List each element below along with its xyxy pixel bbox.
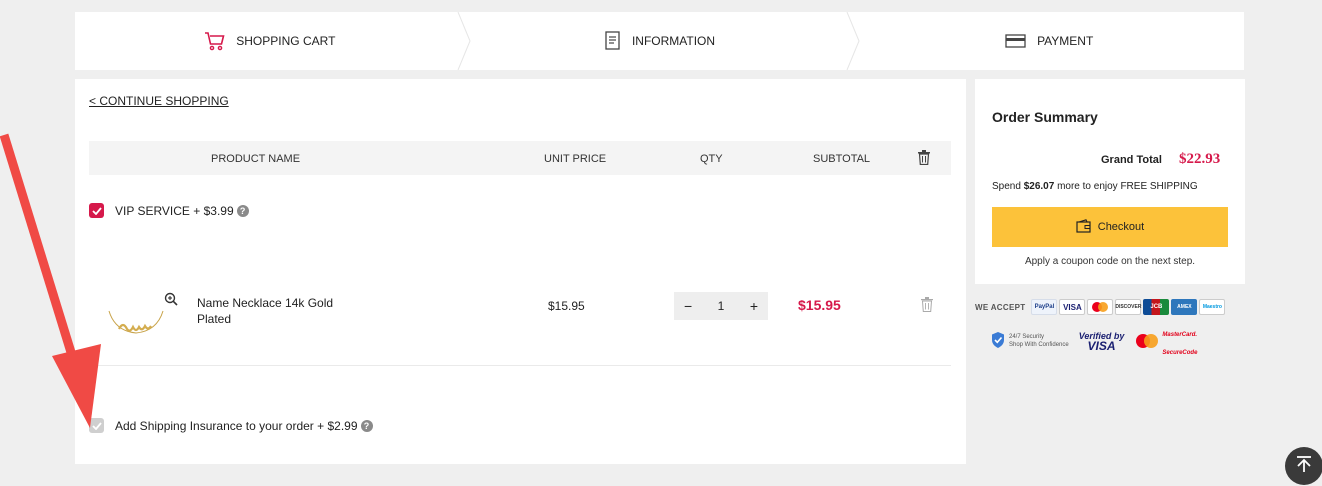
product-thumbnail[interactable] xyxy=(105,309,167,339)
zoom-icon[interactable] xyxy=(164,292,178,311)
checkout-button[interactable]: Checkout xyxy=(992,207,1228,247)
vip-service-option[interactable]: VIP SERVICE + $3.99 ? xyxy=(89,203,249,218)
help-icon[interactable]: ? xyxy=(236,204,249,217)
coupon-note: Apply a coupon code on the next step. xyxy=(1024,256,1196,267)
insurance-label: Add Shipping Insurance to your order + $… xyxy=(115,418,358,433)
col-subtotal: SUBTOTAL xyxy=(813,153,871,165)
step-label: INFORMATION xyxy=(631,34,716,48)
insurance-checkbox[interactable] xyxy=(89,418,104,433)
step-divider xyxy=(457,12,471,70)
document-icon xyxy=(604,31,622,51)
paypal-icon: PayPal xyxy=(1031,299,1058,315)
mastercard-icon xyxy=(1087,299,1114,315)
item-subtotal: $15.95 xyxy=(798,297,841,313)
payment-badges: WE ACCEPT PayPal VISA DISCOVER JCB AMEX … xyxy=(975,297,1245,359)
cart-table-header: PRODUCT NAME UNIT PRICE QTY SUBTOTAL xyxy=(89,141,951,175)
step-divider xyxy=(846,12,860,70)
col-product-name: PRODUCT NAME xyxy=(211,153,301,165)
visa-icon: VISA xyxy=(1059,299,1086,315)
step-information[interactable]: INFORMATION xyxy=(465,12,860,70)
grand-total-value: $22.93 xyxy=(1179,151,1221,167)
grand-total-label: Grand Total xyxy=(1101,154,1162,166)
qty-value[interactable]: 1 xyxy=(718,299,725,313)
step-label: PAYMENT xyxy=(1037,34,1094,48)
trash-icon[interactable] xyxy=(921,297,933,317)
row-divider xyxy=(89,365,951,366)
arrow-up-icon xyxy=(1294,454,1314,479)
order-summary: Order Summary Grand Total $22.93 Spend $… xyxy=(975,79,1245,284)
vip-label: VIP SERVICE + $3.99 xyxy=(115,203,234,218)
cart-panel: < CONTINUE SHOPPING PRODUCT NAME UNIT PR… xyxy=(75,79,966,464)
product-name[interactable]: Name Necklace 14k Gold Plated xyxy=(197,295,347,327)
checkout-steps: SHOPPING CART INFORMATION PAYMENT xyxy=(75,12,1244,70)
mastercard-securecode-badge: MasterCard. SecureCode xyxy=(1134,323,1197,359)
help-icon[interactable]: ? xyxy=(360,419,373,432)
free-shipping-note: Spend $26.07 more to enjoy FREE SHIPPING xyxy=(992,181,1198,192)
discover-icon: DISCOVER xyxy=(1115,299,1141,315)
checkout-label: Checkout xyxy=(1097,221,1145,233)
step-shopping-cart[interactable]: SHOPPING CART xyxy=(75,12,471,70)
step-label: SHOPPING CART xyxy=(236,34,336,48)
step-payment[interactable]: PAYMENT xyxy=(854,12,1244,70)
vip-checkbox[interactable] xyxy=(89,203,104,218)
increase-qty-button[interactable]: + xyxy=(750,298,758,314)
decrease-qty-button[interactable]: − xyxy=(684,298,692,314)
continue-shopping-link[interactable]: < CONTINUE SHOPPING xyxy=(89,94,229,108)
jcb-icon: JCB xyxy=(1143,299,1170,315)
col-qty: QTY xyxy=(700,153,723,165)
summary-title: Order Summary xyxy=(992,109,1098,125)
shipping-insurance-option[interactable]: Add Shipping Insurance to your order + $… xyxy=(89,418,373,433)
shield-icon xyxy=(991,331,1005,351)
quantity-stepper: − 1 + xyxy=(674,292,768,320)
scroll-to-top-button[interactable] xyxy=(1285,447,1322,485)
verified-by-visa-badge: Verified by VISA xyxy=(1078,331,1125,353)
unit-price: $15.95 xyxy=(548,299,585,313)
cart-item-row: Name Necklace 14k Gold Plated $15.95 − 1… xyxy=(89,284,951,364)
maestro-icon: Maestro xyxy=(1199,299,1226,315)
security-badge: 24/7 Security Shop With Confidence xyxy=(991,331,1069,351)
col-unit-price: UNIT PRICE xyxy=(544,153,607,165)
credit-card-icon xyxy=(1005,33,1027,49)
we-accept-label: WE ACCEPT xyxy=(975,302,1026,312)
amex-icon: AMEX xyxy=(1171,299,1198,315)
cart-icon xyxy=(204,31,226,51)
trash-icon[interactable] xyxy=(918,150,930,168)
wallet-icon xyxy=(1076,218,1092,236)
